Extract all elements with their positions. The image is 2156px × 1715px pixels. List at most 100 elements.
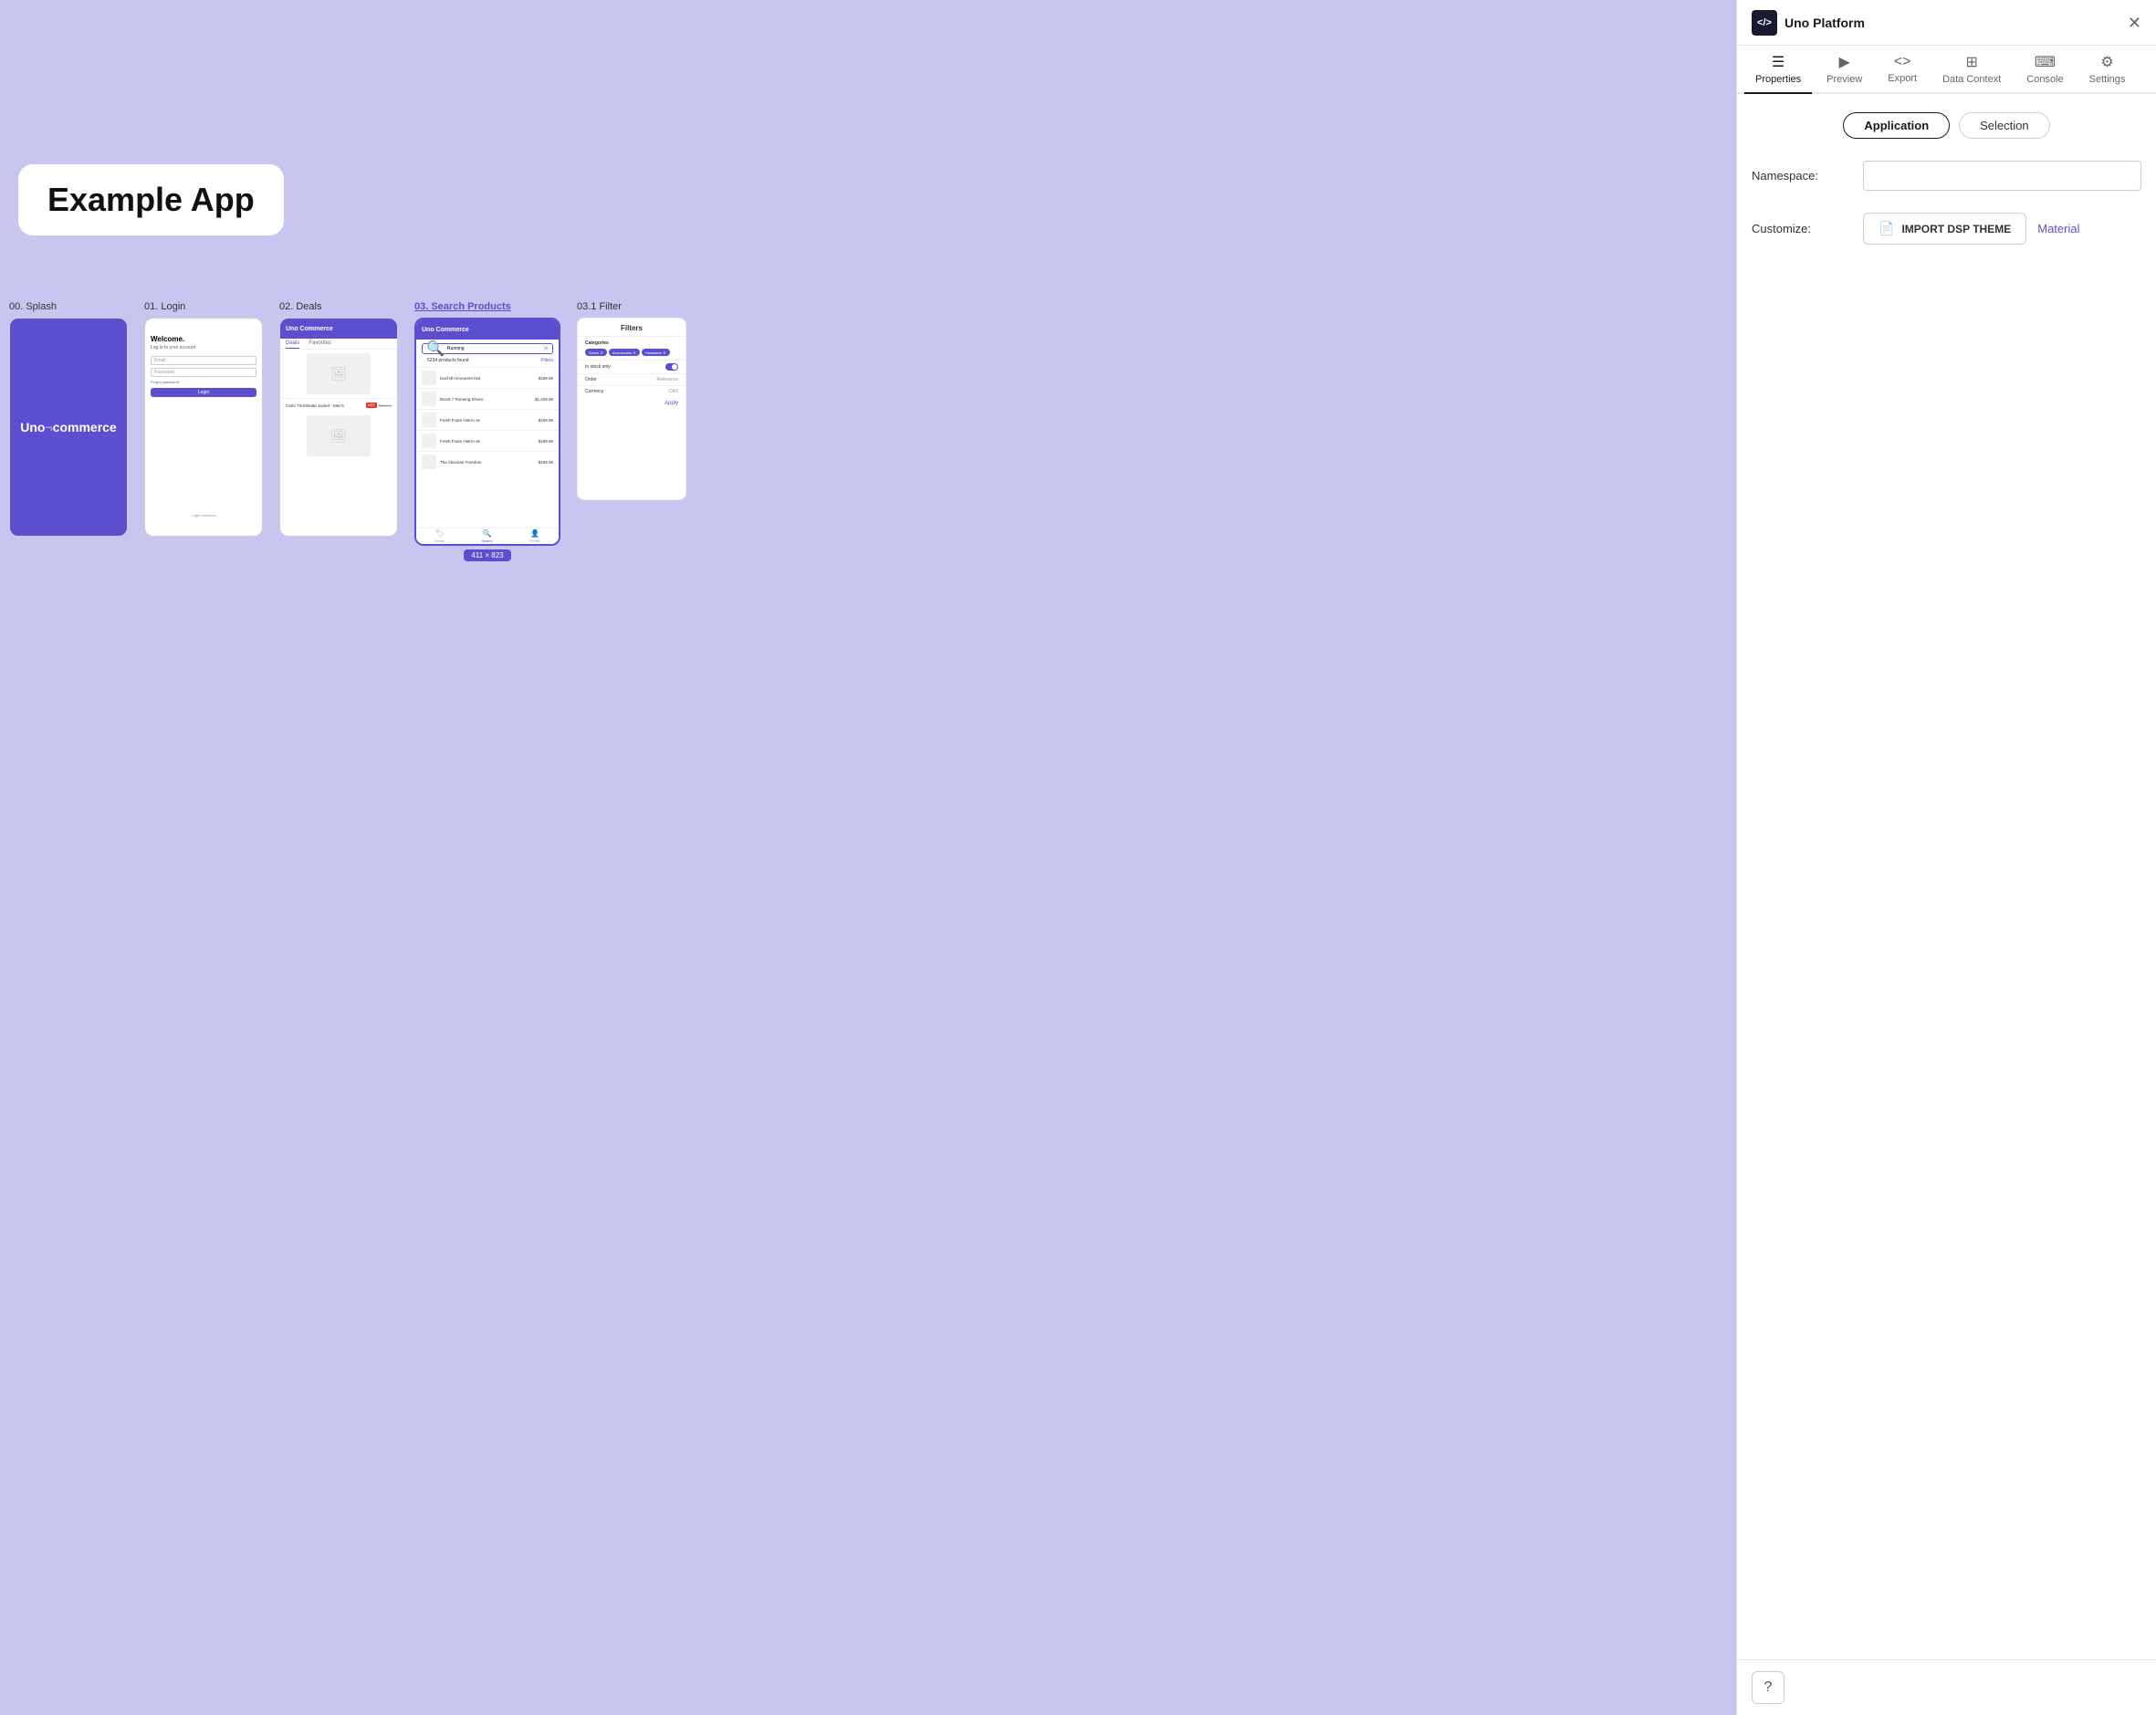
screen-search-wrapper: 03. Search Products Uno Commerce 🔍 Runni…	[414, 301, 560, 561]
preview-label: Preview	[1826, 74, 1862, 85]
product-img-3	[422, 413, 436, 427]
example-app-label: Example App	[18, 164, 284, 235]
screen-deals[interactable]: Uno Commerce Deals Favorites 🖼 Carto Tri…	[279, 318, 398, 537]
product-price-1: $189.99	[539, 376, 553, 381]
login-password-field[interactable]: Password	[151, 368, 256, 377]
filter-tag-shoes[interactable]: Shoes ✕	[585, 349, 607, 356]
toolbar-settings[interactable]: ⚙ Settings	[2078, 46, 2137, 94]
categories-section: Categories Shoes ✕ Accessories ✕ Headwea…	[578, 337, 686, 360]
screen-filter[interactable]: Filters Categories Shoes ✕ Accessories ✕…	[577, 318, 686, 500]
login-subtitle: Log in to your account	[151, 345, 256, 350]
product-img-2	[422, 392, 436, 406]
import-btn-label: IMPORT DSP THEME	[1901, 223, 2011, 235]
panel-footer: ?	[1737, 1659, 2156, 1715]
splash-logo: Uno¬commerce	[20, 420, 116, 434]
filters-link[interactable]: Filters	[540, 358, 553, 365]
screen-login-wrapper: 01. Login Welcome. Log in to your accoun…	[144, 301, 263, 537]
deals-header-title: Uno Commerce	[286, 326, 333, 332]
import-dsp-theme-button[interactable]: 📄 IMPORT DSP THEME	[1863, 213, 2026, 245]
data-context-label: Data Context	[1942, 74, 2001, 85]
search-bar[interactable]: 🔍 Running ✕	[422, 343, 553, 354]
settings-icon: ⚙	[2100, 53, 2113, 71]
product-price-3: $189.99	[539, 418, 553, 423]
product-thumbnail-2: 🖼	[307, 415, 371, 456]
product-img-5	[422, 455, 436, 469]
close-button[interactable]: ✕	[2128, 15, 2141, 31]
product-name-2: Bondi 7 Running Shoes	[440, 397, 531, 402]
product-name-3: Fresh Foam Hierro v6	[440, 418, 535, 423]
product-row-3[interactable]: Fresh Foam Hierro v6 $189.99	[416, 409, 559, 430]
console-icon: ⌨	[2035, 53, 2056, 71]
screen-filter-wrapper: 03.1 Filter Filters Categories Shoes ✕ A…	[577, 301, 686, 500]
deal-item-1[interactable]: Carto Tricklimate Jacket - Men's HOT $25…	[280, 398, 397, 412]
screen-login-label: 01. Login	[144, 301, 185, 312]
product-row-1[interactable]: Isochill Armourent Hat $189.99	[416, 367, 559, 388]
results-count: 5234 products found	[422, 358, 475, 365]
tab-buttons: Application Selection	[1752, 112, 2141, 139]
login-button[interactable]: Login	[151, 388, 256, 397]
console-label: Console	[2026, 74, 2063, 85]
product-img-1	[422, 371, 436, 385]
forgot-password-link[interactable]: Forgot password?	[151, 380, 256, 384]
preview-icon: ▶	[1839, 53, 1850, 71]
product-price-5: $189.99	[539, 460, 553, 465]
uno-logo-icon: </>	[1752, 10, 1777, 36]
toolbar-export[interactable]: <> Export	[1877, 46, 1928, 94]
currency-row: Currency CAD	[578, 385, 686, 397]
deals-tab[interactable]: Deals	[286, 340, 299, 349]
search-clear-icon[interactable]: ✕	[543, 345, 549, 352]
help-button[interactable]: ?	[1752, 1671, 1784, 1704]
in-stock-toggle[interactable]	[665, 363, 678, 371]
order-value: Relevance	[656, 377, 678, 382]
help-icon: ?	[1764, 1679, 1773, 1696]
login-email-field[interactable]: Email	[151, 356, 256, 365]
product-row-2[interactable]: Bondi 7 Running Shoes $1,229.99	[416, 388, 559, 409]
toolbar-console[interactable]: ⌨ Console	[2015, 46, 2074, 94]
product-name-1: Isochill Armourent Hat	[440, 376, 535, 381]
product-row-5[interactable]: The Absolute Freedom $189.99	[416, 451, 559, 472]
material-link[interactable]: Material	[2037, 222, 2079, 235]
screen-search[interactable]: Uno Commerce 🔍 Running ✕ 5234 products f…	[414, 318, 560, 546]
search-icon: 🔍	[426, 340, 445, 358]
screen-login[interactable]: Welcome. Log in to your account Email Pa…	[144, 318, 263, 537]
login-title: Welcome.	[151, 335, 256, 343]
screen-deals-label: 02. Deals	[279, 301, 321, 312]
product-price-2: $1,229.99	[535, 397, 553, 402]
screen-deals-wrapper: 02. Deals Uno Commerce Deals Favorites 🖼…	[279, 301, 398, 537]
legal-text: Legal mentions	[145, 513, 262, 518]
panel-title-left: </> Uno Platform	[1752, 10, 1865, 36]
namespace-input[interactable]	[1863, 161, 2141, 191]
properties-icon: ☰	[1772, 53, 1784, 71]
categories-label: Categories	[585, 340, 678, 346]
search-header-title: Uno Commerce	[422, 327, 469, 333]
customize-label: Customize:	[1752, 222, 1852, 235]
settings-label: Settings	[2089, 74, 2126, 85]
favorites-tab[interactable]: Favorites	[309, 340, 331, 349]
product-price-4: $189.99	[539, 439, 553, 444]
nav-profile[interactable]: 👤 Profile	[529, 529, 539, 543]
right-panel: </> Uno Platform ✕ ☰ Properties ▶ Previe…	[1736, 0, 2156, 1715]
nav-search[interactable]: 🔍 Search	[481, 529, 493, 543]
order-row: Order Relevance	[578, 373, 686, 385]
apply-btn[interactable]: Apply	[578, 397, 686, 410]
in-stock-label: In stock only	[585, 364, 611, 370]
product-name-4: Fresh Foam Hierro v6	[440, 439, 535, 444]
screen-splash[interactable]: Uno¬commerce	[9, 318, 128, 537]
product-row-4[interactable]: Fresh Foam Hierro v6 $189.99	[416, 430, 559, 451]
toolbar-preview[interactable]: ▶ Preview	[1816, 46, 1873, 94]
product-thumbnail-1: 🖼	[307, 353, 371, 394]
toolbar-data-context[interactable]: ⊞ Data Context	[1931, 46, 2012, 94]
tab-application[interactable]: Application	[1843, 112, 1950, 139]
nav-deals[interactable]: 🏷 Deals	[434, 529, 444, 543]
screens-container: 00. Splash Uno¬commerce 01. Login Welcom…	[9, 301, 686, 561]
properties-label: Properties	[1755, 74, 1801, 85]
toolbar-properties[interactable]: ☰ Properties	[1744, 46, 1812, 94]
export-icon: <>	[1894, 54, 1911, 70]
order-label: Order	[585, 377, 597, 382]
filter-tag-accessories[interactable]: Accessories ✕	[609, 349, 640, 356]
search-bottom-nav: 🏷 Deals 🔍 Search 👤 Profile	[416, 528, 559, 544]
canvas-area: Example App 00. Splash Uno¬commerce 01. …	[0, 0, 1736, 1715]
filter-tag-headwear[interactable]: Headwear ✕	[642, 349, 670, 356]
tab-selection[interactable]: Selection	[1959, 112, 2049, 139]
panel-titlebar: </> Uno Platform ✕	[1737, 0, 2156, 46]
